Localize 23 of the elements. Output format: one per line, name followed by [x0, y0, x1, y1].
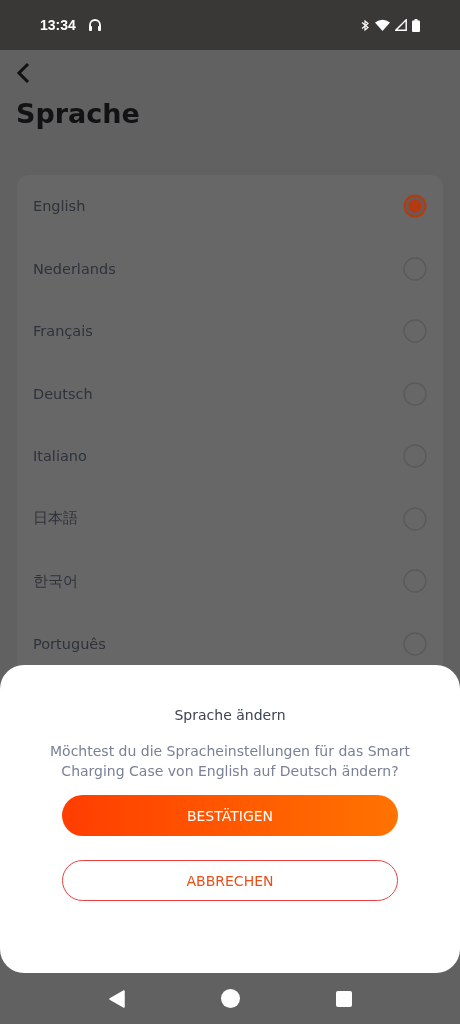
language-option[interactable]: Italiano — [33, 448, 87, 465]
recents-nav-icon[interactable] — [335, 990, 352, 1007]
language-option[interactable]: English — [33, 198, 86, 215]
battery-icon — [412, 18, 420, 32]
headphones-icon — [87, 18, 102, 32]
cancel-button[interactable]: ABBRECHEN — [62, 860, 398, 901]
wifi-icon — [375, 19, 390, 31]
radio-button[interactable] — [403, 194, 427, 219]
bluetooth-icon — [361, 18, 370, 32]
language-option[interactable]: Deutsch — [33, 385, 93, 402]
status-time: 13:34 — [40, 17, 76, 33]
signal-icon — [395, 19, 407, 31]
back-nav-icon[interactable] — [108, 989, 125, 1008]
dialog-message: Möchtest du die Spracheinstellungen für das Smart Charging Case von English auf Deutsch ändern? — [49, 742, 411, 781]
language-option[interactable]: Français — [33, 323, 93, 340]
language-option[interactable]: 한국어 — [33, 571, 78, 591]
home-nav-icon[interactable] — [220, 989, 240, 1008]
dialog-title: Sprache ändern — [174, 707, 286, 723]
language-option[interactable]: Nederlands — [33, 260, 116, 277]
page-title: Sprache — [16, 98, 141, 129]
confirm-button[interactable]: BESTÄTIGEN — [62, 795, 398, 836]
back-icon[interactable] — [16, 62, 32, 84]
language-option[interactable]: Português — [33, 635, 106, 652]
